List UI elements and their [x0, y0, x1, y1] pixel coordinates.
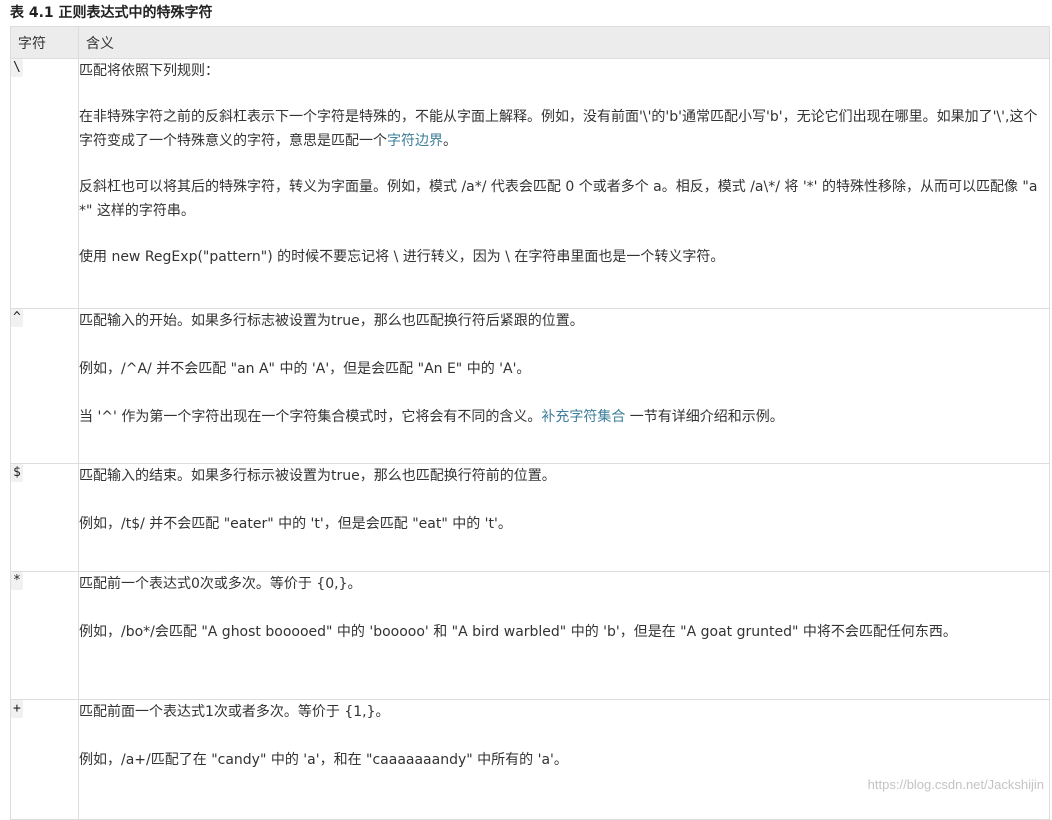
table-row-asterisk: * 匹配前一个表达式0次或多次。等价于 {0,}。 例如，/bo*/会匹配 "A… [10, 571, 1050, 700]
watermark: https://blog.csdn.net/Jackshijin [867, 777, 1044, 792]
paragraph-text: 一节有详细介绍和示例。 [625, 409, 784, 425]
char-cell: ^ [10, 308, 79, 464]
table-header-row: 字符 含义 [10, 26, 1050, 59]
meaning-paragraph: 例如，/t$/ 并不会匹配 "eater" 中的 't'，但是会匹配 "eat"… [79, 516, 512, 532]
meaning-paragraph: 当 '^' 作为第一个字符出现在一个字符集合模式时，它将会有不同的含义。补充字符… [79, 405, 1049, 429]
table-row-caret: ^ 匹配输入的开始。如果多行标志被设置为true，那么也匹配换行符后紧跟的位置。… [10, 308, 1050, 464]
meaning-paragraph: 匹配输入的开始。如果多行标志被设置为true，那么也匹配换行符后紧跟的位置。 [79, 313, 584, 329]
header-meaning: 含义 [78, 26, 1050, 59]
table-row-dollar: $ 匹配输入的结束。如果多行标示被设置为true，那么也匹配换行符前的位置。 例… [10, 463, 1050, 572]
header-char: 字符 [10, 26, 79, 59]
table-row-backslash: \ 匹配将依照下列规则： 在非特殊字符之前的反斜杠表示下一个字符是特殊的，不能从… [10, 58, 1050, 309]
meaning-paragraph: 匹配前面一个表达式1次或者多次。等价于 {1,}。 [79, 704, 390, 720]
paragraph-text: 在非特殊字符之前的反斜杠表示下一个字符是特殊的，不能从字面上解释。例如，没有前面… [79, 109, 1038, 149]
meaning-cell: 匹配前一个表达式0次或多次。等价于 {0,}。 例如，/bo*/会匹配 "A g… [78, 571, 1050, 700]
meaning-paragraph: 匹配前一个表达式0次或多次。等价于 {0,}。 [79, 576, 362, 592]
char-code: ^ [11, 309, 23, 327]
meaning-paragraph: 例如，/bo*/会匹配 "A ghost booooed" 中的 'booooo… [79, 624, 957, 640]
char-code: * [11, 572, 23, 590]
meaning-paragraph: 反斜杠也可以将其后的特殊字符，转义为字面量。例如，模式 /a*/ 代表会匹配 0… [79, 179, 1038, 219]
meaning-cell: 匹配输入的开始。如果多行标志被设置为true，那么也匹配换行符后紧跟的位置。 例… [78, 308, 1050, 464]
paragraph-text: 。 [443, 133, 457, 149]
meaning-paragraph: 使用 new RegExp("pattern") 的时候不要忘记将 \ 进行转义… [79, 249, 725, 265]
meaning-cell: 匹配将依照下列规则： 在非特殊字符之前的反斜杠表示下一个字符是特殊的，不能从字面… [78, 58, 1050, 309]
char-code: \ [11, 59, 23, 77]
meaning-paragraph: 例如，/a+/匹配了在 "candy" 中的 'a'，和在 "caaaaaaan… [79, 752, 568, 768]
meaning-paragraph: 匹配输入的结束。如果多行标示被设置为true，那么也匹配换行符前的位置。 [79, 468, 556, 484]
meaning-cell: 匹配前面一个表达式1次或者多次。等价于 {1,}。 例如，/a+/匹配了在 "c… [78, 699, 1050, 820]
table-row-plus: + 匹配前面一个表达式1次或者多次。等价于 {1,}。 例如，/a+/匹配了在 … [10, 699, 1050, 820]
meaning-cell: 匹配输入的结束。如果多行标示被设置为true，那么也匹配换行符前的位置。 例如，… [78, 463, 1050, 572]
meaning-paragraph: 在非特殊字符之前的反斜杠表示下一个字符是特殊的，不能从字面上解释。例如，没有前面… [79, 105, 1049, 153]
char-cell: + [10, 699, 79, 820]
paragraph-text: 当 '^' 作为第一个字符出现在一个字符集合模式时，它将会有不同的含义。 [79, 409, 542, 425]
char-cell: $ [10, 463, 79, 572]
char-code: $ [11, 464, 23, 482]
special-characters-table: 字符 含义 \ 匹配将依照下列规则： 在非特殊字符之前的反斜杠表示下一个字符是特… [10, 26, 1050, 820]
char-cell: * [10, 571, 79, 700]
meaning-paragraph: 匹配将依照下列规则： [79, 63, 219, 79]
link-word-boundary[interactable]: 字符边界 [387, 133, 443, 149]
table-caption: 表 4.1 正则表达式中的特殊字符 [10, 5, 213, 21]
link-character-sets[interactable]: 补充字符集合 [541, 409, 625, 425]
char-cell: \ [10, 58, 79, 309]
meaning-paragraph: 例如，/^A/ 并不会匹配 "an A" 中的 'A'，但是会匹配 "An E"… [79, 361, 531, 377]
char-code: + [11, 700, 23, 718]
